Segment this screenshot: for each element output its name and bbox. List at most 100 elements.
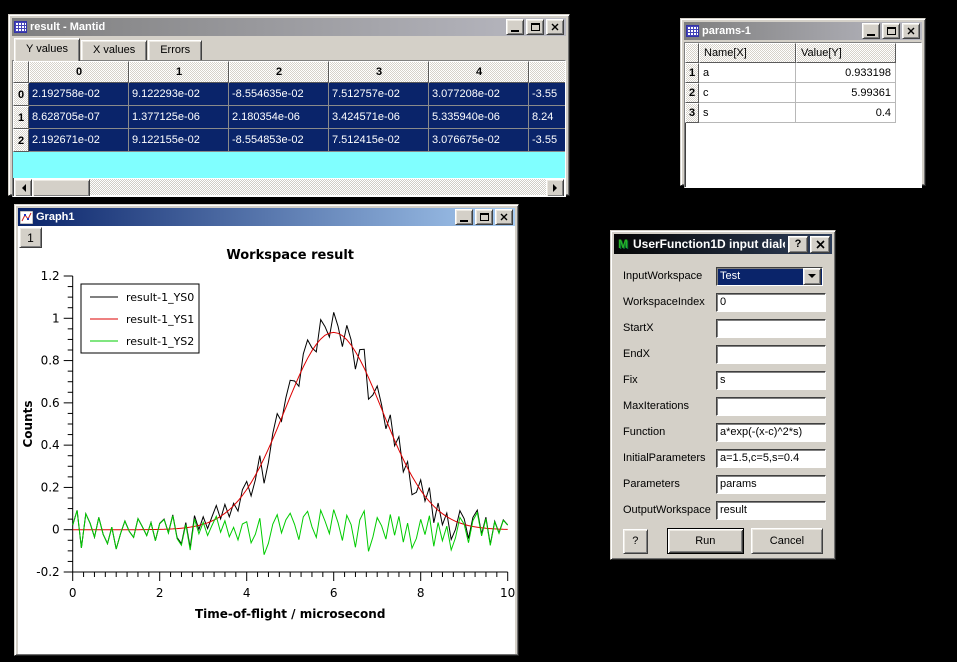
endx-field[interactable] (716, 345, 826, 364)
field-label-inputworkspace: InputWorkspace (623, 270, 716, 282)
table-cell[interactable]: 7.512415e-02 (329, 129, 429, 152)
close-button[interactable] (546, 19, 564, 35)
row-header[interactable]: 2 (685, 83, 699, 103)
inputworkspace-select[interactable]: Test (716, 267, 823, 286)
table-cell[interactable]: 1.377125e-06 (129, 106, 229, 129)
startx-field[interactable] (716, 319, 826, 338)
svg-text:2: 2 (156, 586, 164, 600)
function-field[interactable] (716, 423, 826, 442)
close-button[interactable] (902, 23, 920, 39)
table-cell[interactable]: 7.512757e-02 (329, 83, 429, 106)
params-row: 3 s 0.4 (685, 103, 921, 123)
maximize-button[interactable] (475, 209, 493, 225)
svg-text:10: 10 (500, 586, 515, 600)
column-header-name[interactable]: Name[X] (699, 43, 796, 63)
table-cell[interactable]: -3.55 (529, 83, 566, 106)
scrollbar-thumb[interactable] (32, 179, 90, 197)
run-button[interactable]: Run (667, 528, 744, 554)
maximize-icon (887, 27, 896, 35)
selection-strip[interactable] (13, 152, 565, 178)
maximize-button[interactable] (526, 19, 544, 35)
table-cell[interactable]: 2.192671e-02 (29, 129, 129, 152)
table-cell[interactable]: 3.424571e-06 (329, 106, 429, 129)
minimize-button[interactable] (506, 19, 524, 35)
row-header[interactable]: 0 (13, 83, 29, 106)
cancel-button[interactable]: Cancel (751, 528, 823, 554)
column-header[interactable]: 4 (429, 61, 529, 83)
parameters-field[interactable] (716, 475, 826, 494)
field-label-initialparameters: InitialParameters (623, 452, 716, 464)
table-cell[interactable]: 2.180354e-06 (229, 106, 329, 129)
table-cell[interactable]: 3.077208e-02 (429, 83, 529, 106)
params-titlebar[interactable]: params-1 (684, 22, 922, 40)
window-graph1: Graph1 1 0246810-0.200.20.40.60.811.2Wor… (14, 204, 519, 656)
dialog-userfunction1d: M UserFunction1D input dialog ? InputWor… (610, 230, 836, 560)
table-cell[interactable]: -8.554853e-02 (229, 129, 329, 152)
graph-titlebar[interactable]: Graph1 (18, 208, 515, 226)
tab-errors[interactable]: Errors (148, 40, 202, 60)
initialparameters-field[interactable] (716, 449, 826, 468)
table-cell[interactable]: 8.628705e-07 (29, 106, 129, 129)
workspaceindex-field[interactable] (716, 293, 826, 312)
column-header[interactable]: 1 (129, 61, 229, 83)
maximize-icon (531, 23, 540, 31)
chart-svg[interactable]: 0246810-0.200.20.40.60.811.2Workspace re… (18, 226, 515, 654)
param-value-cell[interactable]: 5.99361 (796, 83, 896, 103)
column-header[interactable]: 5 (529, 61, 566, 83)
table-cell[interactable]: -8.554635e-02 (229, 83, 329, 106)
maximize-button[interactable] (882, 23, 900, 39)
table-cell[interactable]: -3.55 (529, 129, 566, 152)
dropdown-button[interactable] (803, 268, 821, 285)
row-header[interactable]: 2 (13, 129, 29, 152)
svg-text:0.4: 0.4 (41, 438, 60, 452)
layer-button[interactable]: 1 (19, 227, 42, 248)
corner-header-cell[interactable] (13, 61, 29, 83)
close-button[interactable] (810, 236, 830, 253)
param-value-cell[interactable]: 0.933198 (796, 63, 896, 83)
column-header[interactable]: 2 (229, 61, 329, 83)
table-cell[interactable]: 5.335940e-06 (429, 106, 529, 129)
row-header[interactable]: 3 (685, 103, 699, 123)
close-button[interactable] (495, 209, 513, 225)
close-icon (551, 23, 559, 31)
minimize-button[interactable] (862, 23, 880, 39)
legend: result-1_YS0result-1_YS1result-1_YS2 (81, 284, 199, 353)
column-header-value[interactable]: Value[Y] (796, 43, 896, 63)
table-cell[interactable]: 3.076675e-02 (429, 129, 529, 152)
help-titlebar-button[interactable]: ? (788, 236, 808, 253)
row-header[interactable]: 1 (685, 63, 699, 83)
svg-text:-0.2: -0.2 (36, 565, 59, 579)
scroll-left-button[interactable] (14, 179, 32, 197)
outputworkspace-field[interactable] (716, 501, 826, 520)
param-name-cell[interactable]: s (699, 103, 796, 123)
param-name-cell[interactable]: c (699, 83, 796, 103)
legend-entry: result-1_YS2 (126, 335, 194, 348)
row-header[interactable]: 1 (13, 106, 29, 129)
tab-y-values[interactable]: Y values (14, 38, 80, 61)
window-params: params-1 Name[X] Value[Y] 1 a 0.933198 (680, 18, 926, 186)
params-window-title: params-1 (702, 25, 859, 37)
table-workspace-icon (14, 21, 27, 33)
params-table: Name[X] Value[Y] 1 a 0.933198 2 c 5.9936… (684, 42, 922, 188)
fix-field[interactable] (716, 371, 826, 390)
field-label-maxiterations: MaxIterations (623, 400, 716, 412)
column-header[interactable]: 0 (29, 61, 129, 83)
scroll-right-button[interactable] (546, 179, 564, 197)
table-cell[interactable]: 9.122155e-02 (129, 129, 229, 152)
horizontal-scrollbar[interactable] (14, 179, 564, 195)
table-cell[interactable]: 9.122293e-02 (129, 83, 229, 106)
param-value-cell[interactable]: 0.4 (796, 103, 896, 123)
table-cell[interactable]: 2.192758e-02 (29, 83, 129, 106)
svg-text:8: 8 (417, 586, 425, 600)
svg-text:0.8: 0.8 (41, 354, 60, 368)
table-cell[interactable]: 8.24 (529, 106, 566, 129)
tab-x-values[interactable]: X values (81, 40, 147, 60)
param-name-cell[interactable]: a (699, 63, 796, 83)
minimize-button[interactable] (455, 209, 473, 225)
maxiterations-field[interactable] (716, 397, 826, 416)
result-titlebar[interactable]: result - Mantid (12, 18, 566, 36)
corner-header-cell[interactable] (685, 43, 699, 63)
dialog-titlebar[interactable]: M UserFunction1D input dialog ? (614, 234, 832, 254)
help-button[interactable]: ? (623, 529, 648, 554)
column-header[interactable]: 3 (329, 61, 429, 83)
